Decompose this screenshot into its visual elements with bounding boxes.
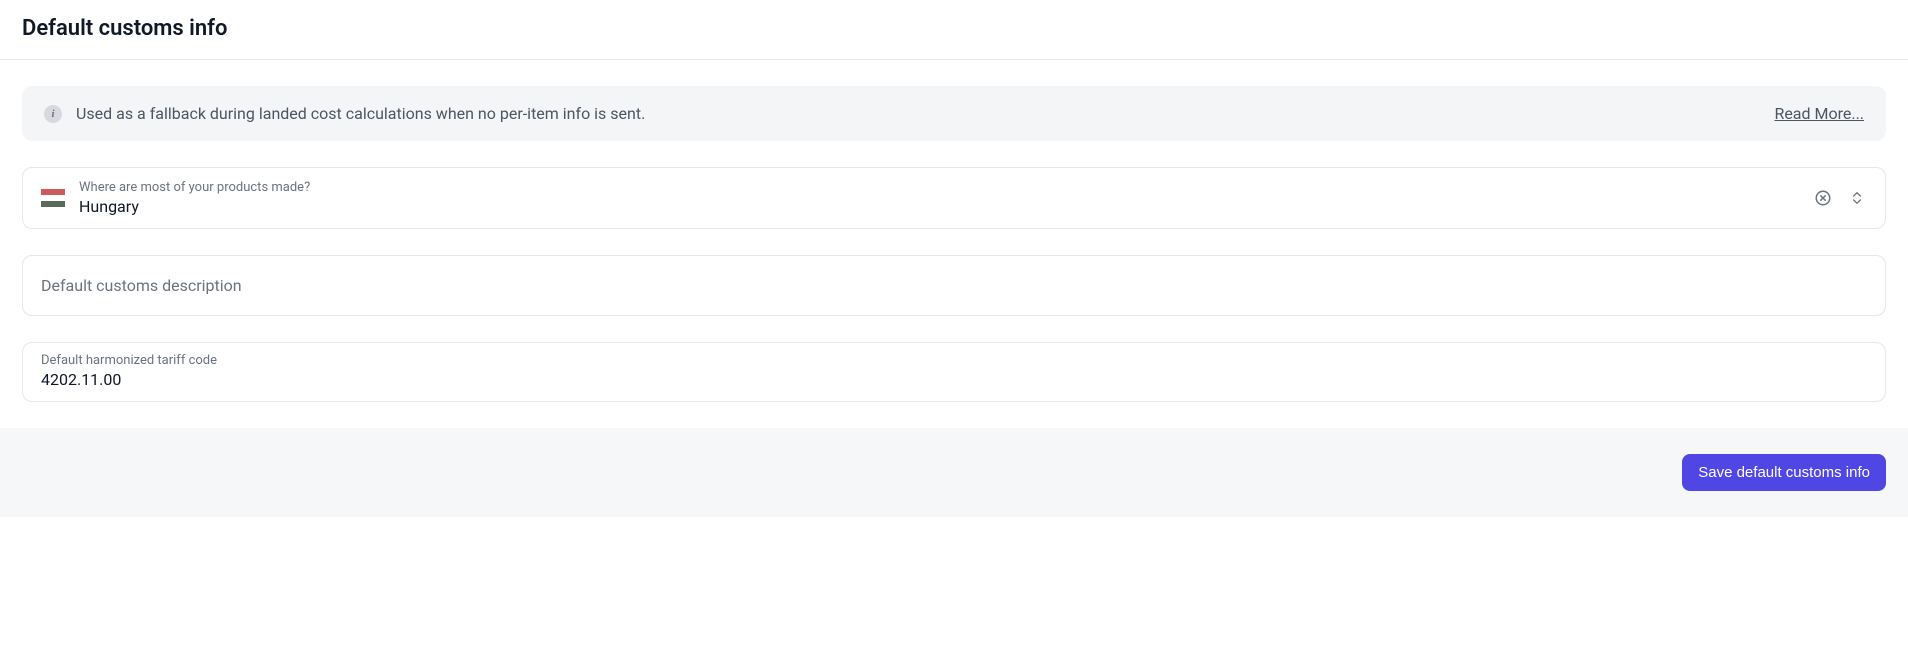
country-field-body: Where are most of your products made? Hu…: [79, 180, 1813, 216]
country-select[interactable]: Where are most of your products made? Hu…: [22, 167, 1886, 229]
clear-icon[interactable]: [1813, 188, 1833, 208]
info-icon: i: [44, 105, 62, 123]
read-more-link[interactable]: Read More...: [1774, 104, 1864, 123]
info-banner-text: Used as a fallback during landed cost ca…: [76, 104, 645, 123]
country-value: Hungary: [79, 197, 1813, 216]
chevron-up-down-icon[interactable]: [1847, 188, 1867, 208]
form-content: i Used as a fallback during landed cost …: [0, 60, 1908, 428]
page-title: Default customs info: [22, 16, 1886, 41]
page-header: Default customs info: [0, 0, 1908, 60]
customs-description-placeholder: Default customs description: [41, 276, 1867, 295]
customs-description-input[interactable]: Default customs description: [22, 255, 1886, 316]
tariff-code-input[interactable]: Default harmonized tariff code 4202.11.0…: [22, 342, 1886, 402]
hungary-flag-icon: [41, 189, 65, 207]
form-footer: Save default customs info: [0, 428, 1908, 517]
save-button[interactable]: Save default customs info: [1682, 454, 1886, 491]
info-banner: i Used as a fallback during landed cost …: [22, 86, 1886, 141]
country-field-actions: [1813, 188, 1867, 208]
info-banner-left: i Used as a fallback during landed cost …: [44, 104, 645, 123]
tariff-label: Default harmonized tariff code: [41, 353, 1867, 368]
country-label: Where are most of your products made?: [79, 180, 1813, 195]
tariff-value: 4202.11.00: [41, 370, 1867, 389]
